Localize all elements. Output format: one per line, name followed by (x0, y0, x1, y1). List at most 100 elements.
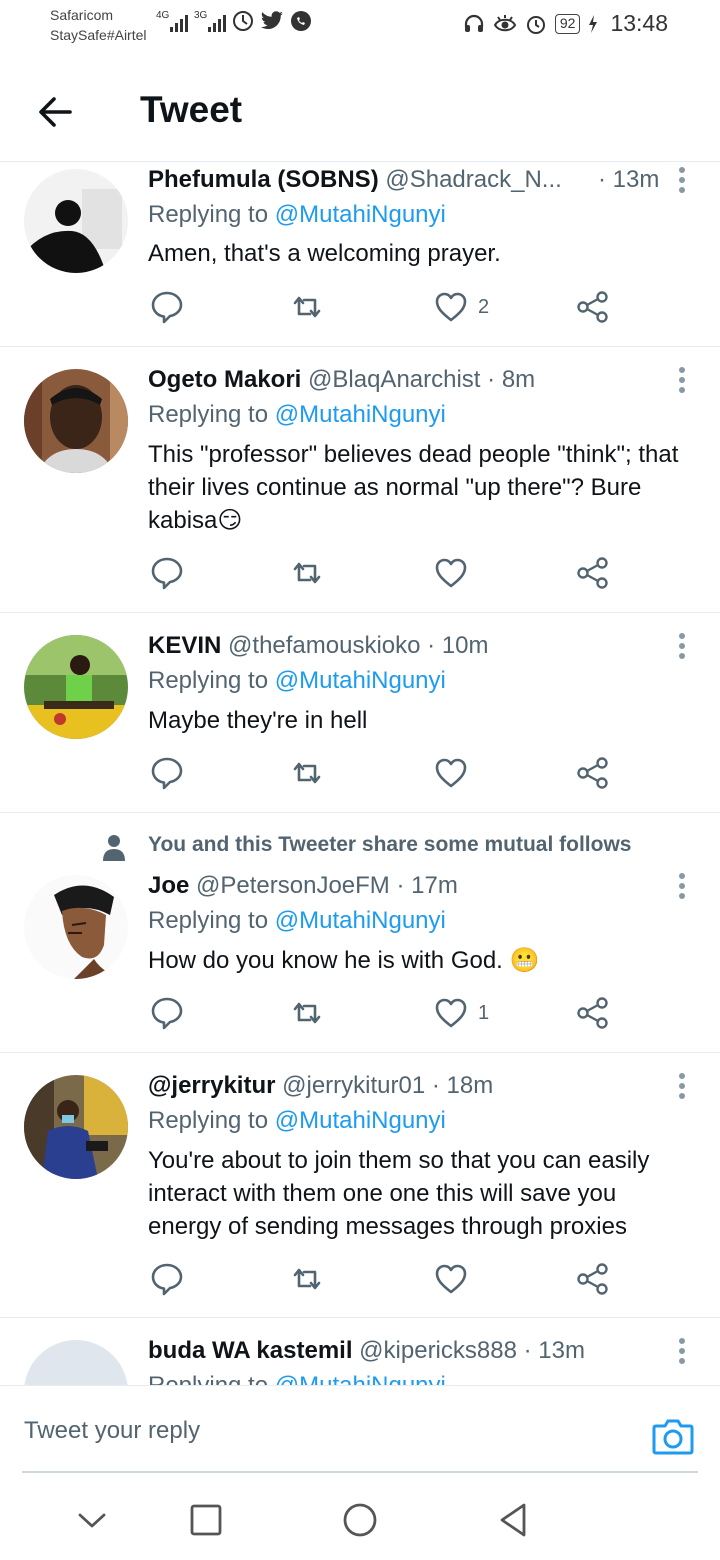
reply-icon (151, 1263, 183, 1296)
author-name[interactable]: Joe (148, 872, 189, 899)
retweet-icon (293, 1002, 321, 1024)
replying-to: Replying to @MutahiNgunyi (148, 907, 446, 935)
author-name[interactable]: Phefumula (SOBNS) (148, 166, 379, 193)
retweet-icon (293, 562, 321, 584)
reply-button[interactable] (150, 753, 184, 793)
more-options-icon[interactable] (678, 873, 686, 901)
signal-4g-icon: 4G (156, 10, 190, 34)
chevron-down-icon[interactable] (72, 1500, 112, 1540)
share-icon (577, 291, 608, 323)
tweet-text: How do you know he is with God. 😬 (148, 947, 540, 974)
share-icon (577, 1263, 608, 1295)
avatar[interactable] (24, 1340, 128, 1385)
replying-to-handle[interactable]: @MutahiNgunyi (275, 201, 446, 228)
replying-to-handle[interactable]: @MutahiNgunyi (275, 667, 446, 694)
replying-to-handle[interactable]: @MutahiNgunyi (275, 907, 446, 934)
author-handle[interactable]: @Shadrack_N... (385, 166, 561, 193)
replying-to-handle[interactable]: @MutahiNgunyi (275, 1107, 446, 1134)
author-handle[interactable]: @kipericks888 (359, 1337, 517, 1364)
author-handle[interactable]: @thefamouskioko (228, 632, 420, 659)
arrow-left-icon[interactable] (36, 92, 76, 132)
heart-icon (435, 292, 467, 322)
avatar[interactable] (24, 369, 128, 473)
person-icon (103, 835, 125, 861)
tweet-time: · 17m (396, 872, 458, 899)
tweet-text: Maybe they're in hell (148, 707, 368, 734)
author-name[interactable]: KEVIN (148, 632, 221, 659)
more-options-icon[interactable] (678, 367, 686, 395)
tweet-header: @jerrykitur @jerrykitur01 · 18m (148, 1072, 660, 1100)
tweet-item[interactable]: buda WA kastemil @kipericks888 · 13m Rep… (0, 1318, 720, 1385)
replying-label: Replying to (148, 201, 269, 228)
carrier-info: Safaricom StaySafe#Airtel (50, 5, 147, 45)
more-options-icon[interactable] (678, 1073, 686, 1101)
retweet-icon (293, 762, 321, 784)
tweet-time: · 10m (427, 632, 489, 659)
home-icon[interactable] (340, 1500, 380, 1540)
author-handle[interactable]: @PetersonJoeFM (196, 872, 390, 899)
reply-button[interactable] (150, 993, 184, 1033)
tweet-item[interactable]: You and this Tweeter share some mutual f… (0, 813, 720, 1053)
share-icon (577, 997, 608, 1029)
replying-to: Replying to @MutahiNgunyi (148, 201, 446, 229)
retweet-button[interactable] (290, 993, 324, 1033)
tweet-item[interactable]: Ogeto Makori @BlaqAnarchist · 8m Replyin… (0, 347, 720, 613)
whatsapp-icon (291, 11, 311, 31)
replying-to-handle[interactable]: @MutahiNgunyi (275, 401, 446, 428)
like-button[interactable] (434, 553, 478, 593)
share-icon (577, 757, 608, 789)
avatar[interactable] (24, 1075, 128, 1179)
like-count: 2 (478, 295, 490, 318)
mutual-follows-note: You and this Tweeter share some mutual f… (148, 833, 632, 856)
author-handle[interactable]: @BlaqAnarchist (308, 366, 480, 393)
retweet-button[interactable] (290, 1259, 324, 1299)
replying-to-handle[interactable]: @MutahiNgunyi (275, 1372, 446, 1385)
reply-icon (151, 291, 183, 324)
reply-input[interactable] (24, 1406, 584, 1456)
replies-feed[interactable]: Phefumula (SOBNS) @Shadrack_N... · 13m R… (0, 163, 720, 1385)
share-button[interactable] (576, 1259, 610, 1299)
like-button[interactable] (434, 753, 478, 793)
tweet-text: Amen, that's a welcoming prayer. (148, 240, 501, 267)
tweet-item[interactable]: @jerrykitur @jerrykitur01 · 18m Replying… (0, 1053, 720, 1318)
tweet-item[interactable]: KEVIN @thefamouskioko · 10m Replying to … (0, 613, 720, 813)
tweet-actions (148, 753, 618, 793)
avatar[interactable] (24, 635, 128, 739)
tweet-item[interactable]: Phefumula (SOBNS) @Shadrack_N... · 13m R… (0, 163, 720, 347)
more-options-icon[interactable] (678, 633, 686, 661)
reply-button[interactable] (150, 1259, 184, 1299)
reply-icon (151, 757, 183, 790)
share-button[interactable] (576, 753, 610, 793)
share-button[interactable] (576, 993, 610, 1033)
author-name[interactable]: @jerrykitur (148, 1072, 275, 1099)
status-bar: Safaricom StaySafe#Airtel 4G 3G 92 13:48 (0, 0, 720, 52)
retweet-button[interactable] (290, 287, 324, 327)
like-button[interactable]: 2 (434, 287, 489, 327)
retweet-button[interactable] (290, 553, 324, 593)
signal-3g-label: 3G (194, 10, 208, 21)
more-options-icon[interactable] (678, 1338, 686, 1366)
more-options-icon[interactable] (678, 167, 686, 195)
avatar[interactable] (24, 875, 128, 979)
recents-icon[interactable] (186, 1500, 226, 1540)
author-name[interactable]: Ogeto Makori (148, 366, 301, 393)
author-handle[interactable]: @jerrykitur01 (282, 1072, 425, 1099)
share-button[interactable] (576, 287, 610, 327)
like-button[interactable] (434, 1259, 478, 1299)
like-button[interactable]: 1 (434, 993, 489, 1033)
carrier-line-2: StaySafe#Airtel (50, 27, 147, 43)
back-triangle-icon[interactable] (494, 1500, 534, 1540)
tweet-header: buda WA kastemil @kipericks888 · 13m (148, 1337, 660, 1365)
share-button[interactable] (576, 553, 610, 593)
replying-label: Replying to (148, 1107, 269, 1134)
heart-icon (435, 1264, 467, 1294)
camera-icon[interactable] (652, 1416, 694, 1456)
reply-button[interactable] (150, 287, 184, 327)
replying-to: Replying to @MutahiNgunyi (148, 1107, 446, 1135)
retweet-button[interactable] (290, 753, 324, 793)
signal-4g-label: 4G (156, 10, 170, 21)
avatar[interactable] (24, 169, 128, 273)
reply-button[interactable] (150, 553, 184, 593)
author-name[interactable]: buda WA kastemil (148, 1337, 353, 1364)
retweet-icon (293, 296, 321, 318)
